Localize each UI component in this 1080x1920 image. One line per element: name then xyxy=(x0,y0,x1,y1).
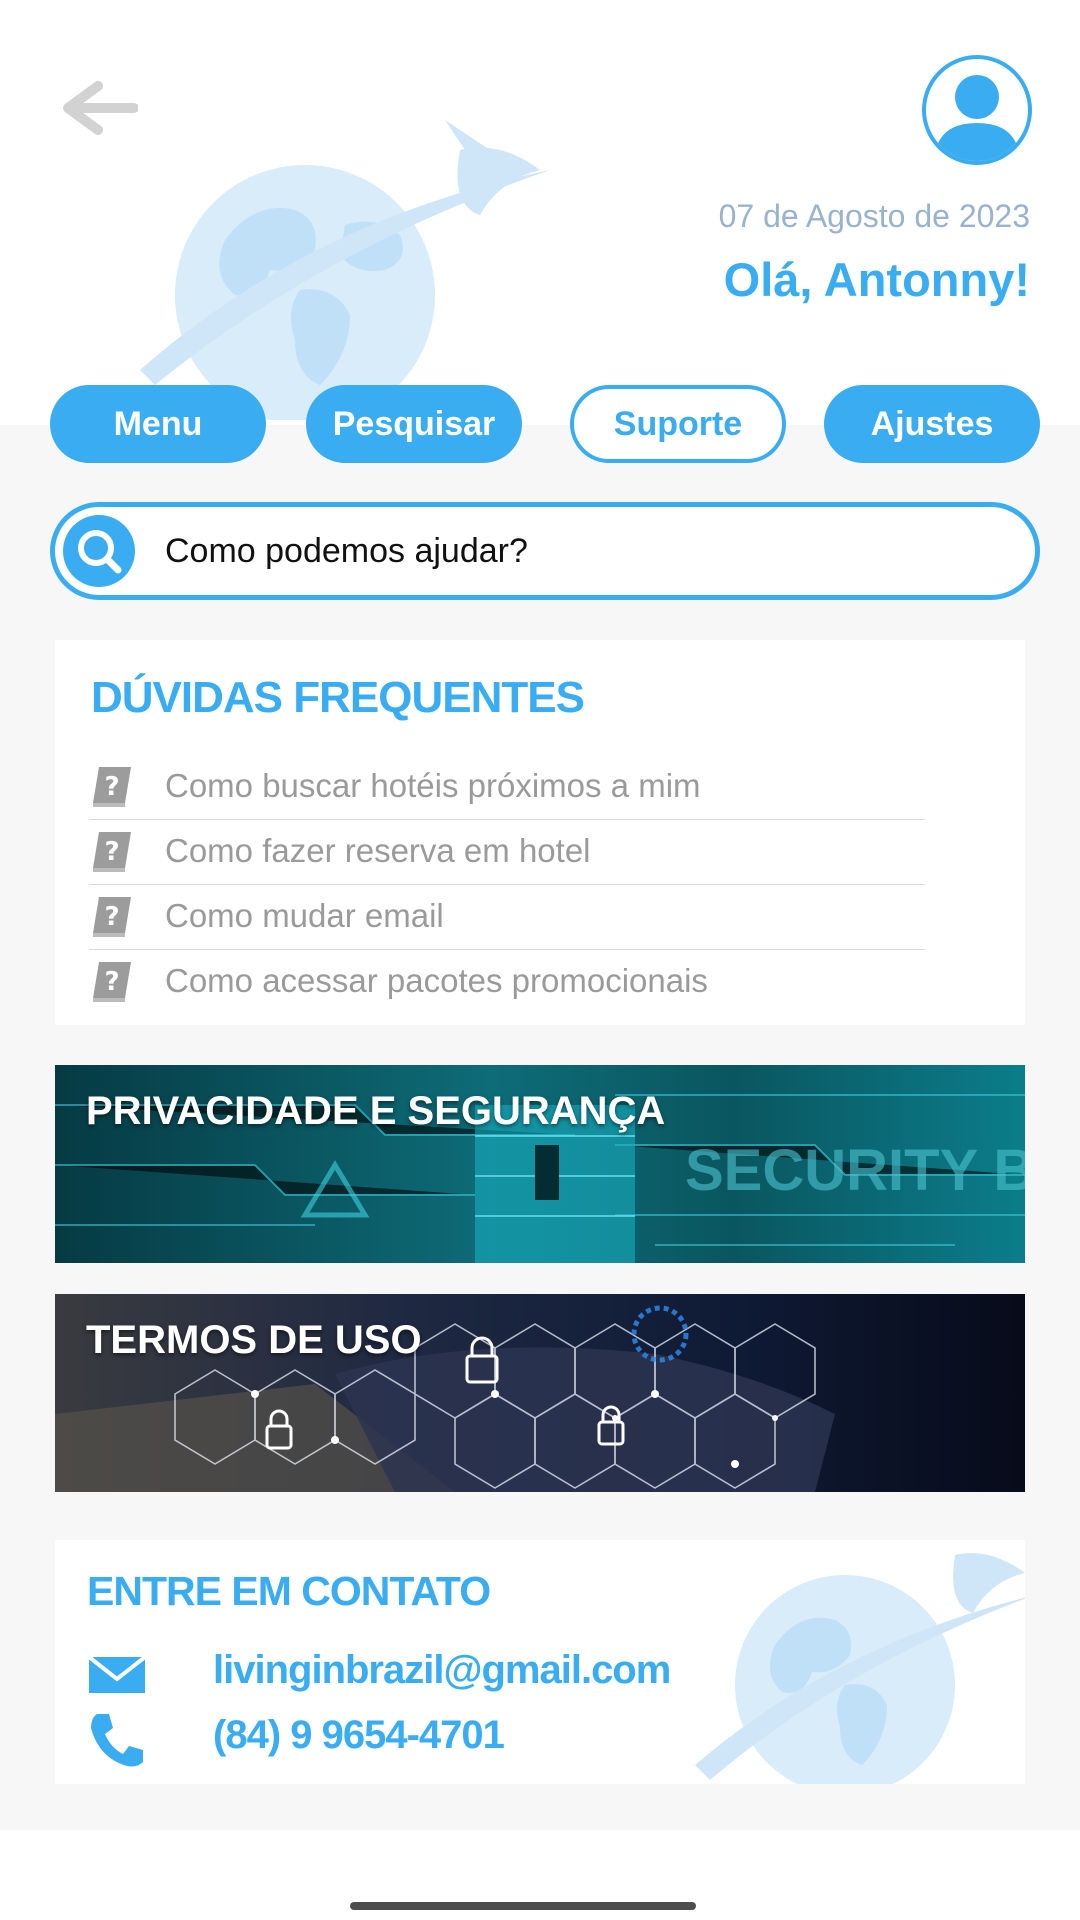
home-indicator[interactable] xyxy=(350,1902,696,1910)
greeting-text: Olá, Antonny! xyxy=(723,253,1030,306)
phone-icon xyxy=(91,1714,143,1767)
nav-menu-button[interactable]: Menu xyxy=(50,385,266,463)
terms-of-use-banner[interactable]: TERMOS DE USO xyxy=(55,1294,1025,1492)
question-book-icon: ? xyxy=(93,962,131,1002)
contact-card: ENTRE EM CONTATO livinginbrazil@gmail.co… xyxy=(55,1540,1025,1784)
security-watermark-text: SECURITY B xyxy=(685,1138,1025,1203)
faq-item-label: Como fazer reserva em hotel xyxy=(165,832,591,869)
nav-search-button[interactable]: Pesquisar xyxy=(306,385,522,463)
help-search-bar[interactable] xyxy=(50,502,1040,600)
faq-card: DÚVIDAS FREQUENTES ? Como buscar hotéis … xyxy=(55,640,1025,1025)
question-book-icon: ? xyxy=(93,832,131,872)
privacy-banner-title: PRIVACIDADE E SEGURANÇA xyxy=(86,1089,666,1133)
terms-banner-title: TERMOS DE USO xyxy=(86,1318,422,1362)
nav-support-button[interactable]: Suporte xyxy=(570,385,786,463)
globe-hummingbird-logo xyxy=(695,1553,1025,1784)
svg-text:?: ? xyxy=(104,967,119,997)
faq-item-label: Como acessar pacotes promocionais xyxy=(165,962,708,999)
question-book-icon: ? xyxy=(93,767,131,807)
nav-settings-button[interactable]: Ajustes xyxy=(824,385,1040,463)
faq-item[interactable]: ? Como fazer reserva em hotel xyxy=(89,820,925,885)
svg-text:?: ? xyxy=(104,772,119,802)
privacy-security-banner[interactable]: SECURITY B PRIVACIDADE E SEGURANÇA xyxy=(55,1065,1025,1263)
faq-item-label: Como mudar email xyxy=(165,897,444,934)
faq-item[interactable]: ? Como mudar email xyxy=(89,885,925,950)
question-book-icon: ? xyxy=(93,897,131,937)
faq-list: ? Como buscar hotéis próximos a mim ? Co… xyxy=(89,755,925,1015)
faq-item[interactable]: ? Como acessar pacotes promocionais xyxy=(89,950,925,1015)
search-icon[interactable] xyxy=(63,515,135,587)
svg-text:?: ? xyxy=(104,902,119,932)
svg-text:?: ? xyxy=(104,837,119,867)
contact-email-text: livinginbrazil@gmail.com xyxy=(213,1648,671,1692)
back-arrow-icon[interactable] xyxy=(58,78,138,138)
faq-item[interactable]: ? Como buscar hotéis próximos a mim xyxy=(89,755,925,820)
contact-title: ENTRE EM CONTATO xyxy=(87,1568,491,1614)
help-search-input[interactable] xyxy=(165,517,1005,585)
contact-phone-text: (84) 9 9654-4701 xyxy=(213,1713,505,1757)
user-avatar-icon xyxy=(934,75,1020,161)
faq-title: DÚVIDAS FREQUENTES xyxy=(91,673,585,722)
mail-icon xyxy=(87,1655,147,1693)
top-navigation: Menu Pesquisar Suporte Ajustes xyxy=(0,385,1080,465)
globe-hummingbird-logo xyxy=(140,120,550,420)
user-avatar-button[interactable] xyxy=(922,55,1032,165)
current-date: 07 de Agosto de 2023 xyxy=(718,198,1030,234)
faq-item-label: Como buscar hotéis próximos a mim xyxy=(165,767,701,804)
